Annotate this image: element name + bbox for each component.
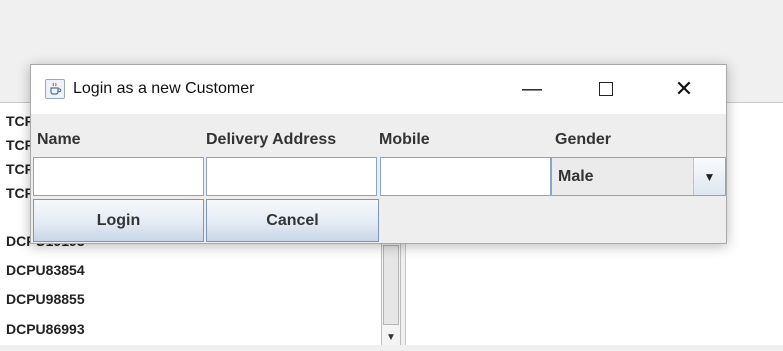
dialog-titlebar[interactable]: Login as a new Customer — ✕ (31, 65, 726, 114)
close-button[interactable]: ✕ (663, 69, 705, 109)
name-input[interactable] (33, 157, 204, 196)
maximize-icon (599, 82, 613, 96)
dialog-title: Login as a new Customer (73, 80, 255, 97)
login-button[interactable]: Login (33, 199, 204, 242)
list-item[interactable]: DCPU83854 (6, 258, 376, 282)
scroll-down-arrow-icon[interactable]: ▼ (383, 328, 399, 346)
name-label: Name (37, 131, 81, 148)
list-item[interactable]: DCPU86993 (6, 317, 376, 341)
delivery-address-input[interactable] (206, 157, 377, 196)
java-cup-icon (45, 79, 65, 99)
list-item[interactable]: DCPU98855 (6, 287, 376, 311)
gender-select[interactable]: Male ▼ (551, 157, 726, 196)
gender-selected-value: Male (558, 168, 594, 185)
mobile-input[interactable] (380, 157, 551, 196)
cancel-button[interactable]: Cancel (206, 199, 379, 242)
status-area (0, 345, 783, 351)
gender-label: Gender (555, 131, 612, 148)
login-dialog: Login as a new Customer — ✕ Name Deliver… (30, 64, 727, 244)
dialog-form: Name Delivery Address Mobile Gender Male… (31, 114, 726, 243)
address-label: Delivery Address (206, 131, 337, 148)
mobile-label: Mobile (379, 131, 430, 148)
maximize-button[interactable] (585, 69, 627, 109)
scrollbar-thumb[interactable] (383, 245, 399, 325)
minimize-button[interactable]: — (511, 69, 553, 109)
chevron-down-icon[interactable]: ▼ (693, 158, 725, 195)
